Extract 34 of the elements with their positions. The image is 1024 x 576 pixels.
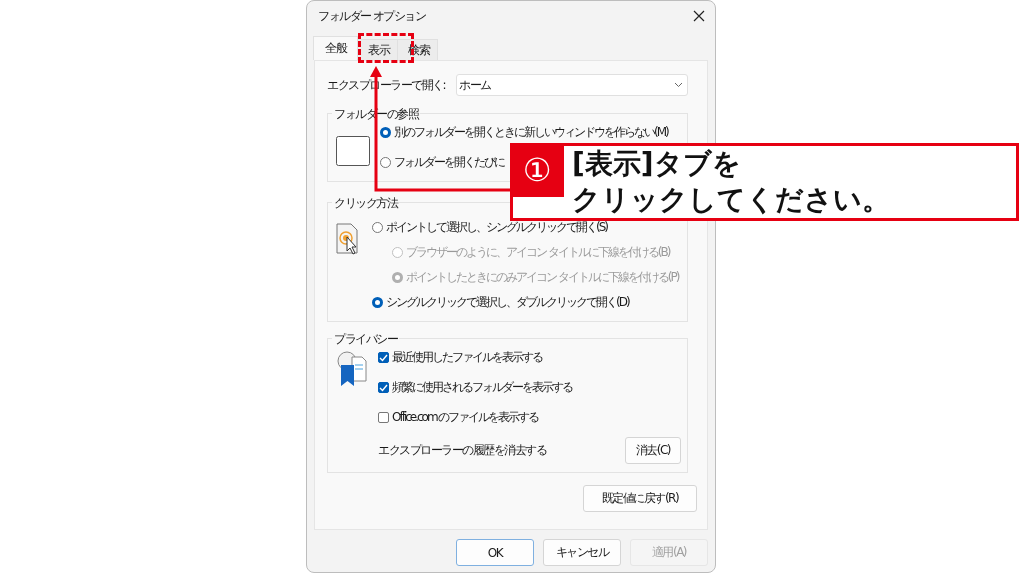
tab[interactable]: 表示 <box>357 39 398 60</box>
dropdown[interactable]: ホーム <box>456 74 688 96</box>
radio-button[interactable] <box>372 297 383 308</box>
option-label: ポイントして選択し、シングルクリックで開く(S) <box>386 219 607 236</box>
radio-button[interactable] <box>380 157 391 168</box>
restore-defaults-button[interactable]: 既定値に戻す(R) <box>583 485 697 512</box>
checkbox[interactable] <box>378 352 389 363</box>
clear-button[interactable]: 消去(C) <box>624 437 681 464</box>
dialog-button[interactable]: キャンセル <box>543 539 621 566</box>
option-label: 別のフォルダーを開くときに新しいウィンドウを作らない(M) <box>394 124 668 141</box>
instruction-text: クリックしてください。 <box>572 182 890 218</box>
checkbox-label: 頻繁に使用されるフォルダーを表示する <box>392 379 572 396</box>
instruction-text: [表示]タブを <box>572 146 742 182</box>
checkbox[interactable] <box>378 382 389 393</box>
window-icon <box>336 136 370 166</box>
checkbox-label: Office.com のファイルを表示する <box>392 409 539 426</box>
group-title: プライバシー <box>332 331 399 348</box>
step-number: ① <box>510 143 564 197</box>
option-label: ポイントしたときにのみアイコン タイトルに下線を付ける(P) <box>406 269 679 286</box>
clear-history-label: エクスプローラーの履歴を消去する <box>378 442 546 459</box>
privacy-icon <box>336 351 368 387</box>
option-label: シングルクリックで選択し、ダブルクリックで開く(D) <box>386 294 629 311</box>
radio-button[interactable] <box>372 222 383 233</box>
window-title: フォルダー オプション <box>318 7 426 25</box>
chevron-icon <box>674 82 683 88</box>
checkbox-label: 最近使用したファイルを表示する <box>392 349 542 366</box>
checkbox[interactable] <box>378 412 389 423</box>
option-label: ブラウザーのように、アイコン タイトルに下線を付ける(B) <box>406 244 670 261</box>
close-icon[interactable] <box>693 10 705 22</box>
dialog-button[interactable]: OK <box>456 539 534 566</box>
group-title: クリック方法 <box>332 195 399 212</box>
tab[interactable]: 全般 <box>313 36 358 60</box>
option-label: フォルダーを開くたびに <box>394 154 504 171</box>
radio-button[interactable] <box>380 127 391 138</box>
